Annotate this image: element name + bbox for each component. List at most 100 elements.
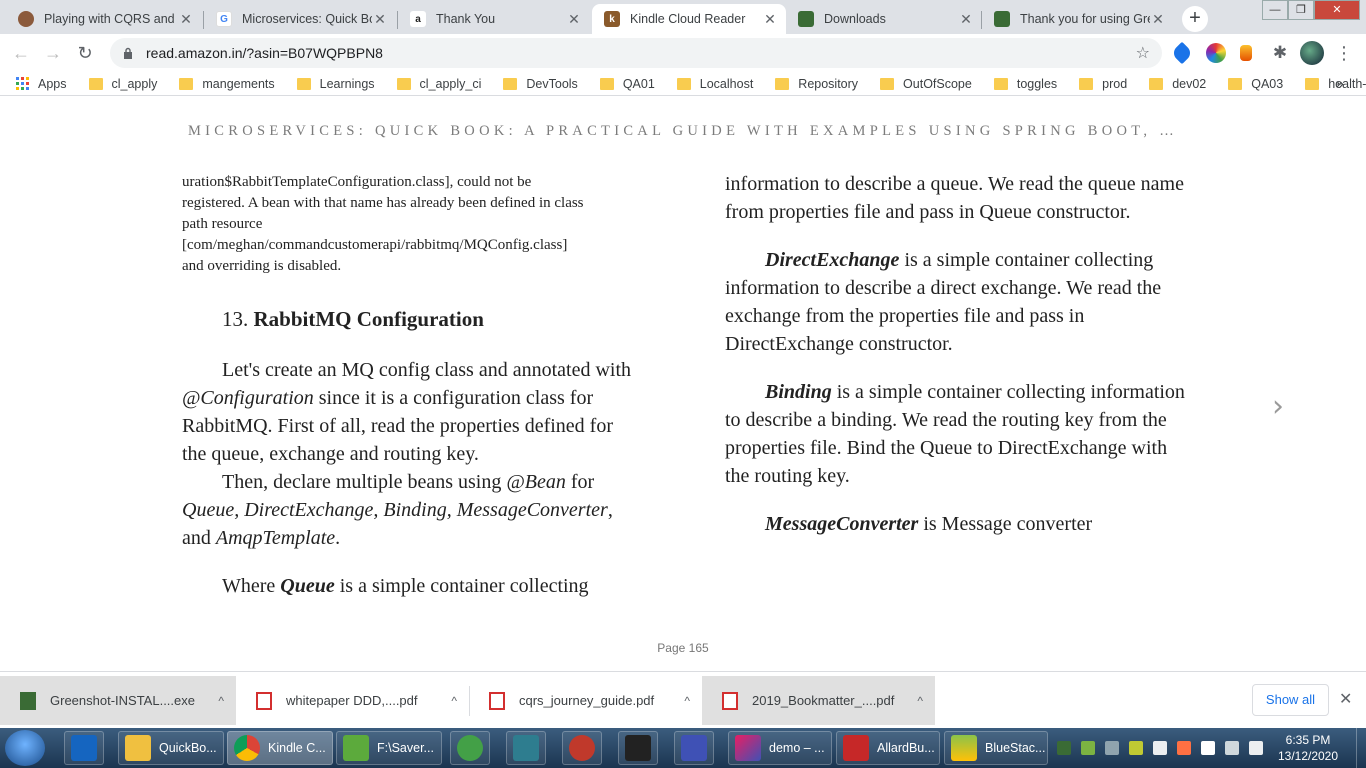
taskbar-app[interactable] — [450, 731, 490, 765]
taskbar-app[interactable]: BlueStac... — [944, 731, 1048, 765]
download-item[interactable]: cqrs_journey_guide.pdf ^ — [469, 676, 702, 725]
taskbar-app[interactable]: Kindle C... — [227, 731, 333, 765]
bookmark-folder[interactable]: cl_apply_ci — [396, 77, 481, 91]
reload-icon[interactable]: ↻ — [72, 40, 98, 66]
folder-icon — [88, 77, 103, 90]
folder-icon — [1228, 77, 1243, 90]
close-icon[interactable]: ✕ — [566, 11, 582, 27]
task-label: BlueStac... — [985, 741, 1046, 755]
shield-icon[interactable] — [1105, 741, 1119, 755]
bookmark-folder[interactable]: QA01 — [599, 77, 655, 91]
download-item[interactable]: Greenshot-INSTAL....exe ^ — [0, 676, 236, 725]
tab-cqrs[interactable]: Playing with CQRS and E ✕ — [6, 4, 202, 34]
text-run: . — [335, 527, 341, 549]
profile-avatar[interactable] — [1300, 41, 1324, 65]
close-icon[interactable]: ✕ — [762, 11, 778, 27]
bookmark-star-icon[interactable]: ☆ — [1136, 43, 1150, 63]
taskbar-app[interactable] — [674, 731, 714, 765]
chevron-up-icon[interactable]: ^ — [218, 694, 224, 708]
address-bar[interactable]: read.amazon.in/?asin=B07WQPBPN8 ☆ — [110, 38, 1162, 68]
bookmark-folder[interactable]: Learnings — [296, 77, 375, 91]
maximize-button[interactable]: ❐ — [1288, 0, 1314, 20]
extension-icon[interactable] — [1240, 45, 1252, 61]
puzzle-extensions-icon[interactable]: ✱ — [1270, 43, 1290, 63]
bookmark-folder[interactable]: cl_apply — [88, 77, 157, 91]
taskbar-app[interactable] — [506, 731, 546, 765]
window-close-button[interactable]: ✕ — [1314, 0, 1360, 20]
text-run: @Bean — [506, 471, 566, 493]
chevron-up-icon[interactable]: ^ — [917, 694, 923, 708]
back-arrow-icon[interactable]: ← — [8, 40, 34, 66]
tray-app-icon[interactable] — [1129, 741, 1143, 755]
taskbar-app[interactable]: demo – ... — [728, 731, 832, 765]
close-icon[interactable]: ✕ — [1150, 11, 1166, 27]
bookmarks-overflow-icon[interactable]: » — [1336, 75, 1344, 91]
bookmarks-bar: Apps cl_apply mangements Learnings cl_ap… — [0, 72, 1366, 96]
tab-title: Microservices: Quick Boo — [242, 12, 372, 26]
taskbar-app[interactable] — [562, 731, 602, 765]
taskbar-app[interactable]: QuickBo... — [118, 731, 224, 765]
new-tab-button[interactable]: + — [1182, 6, 1208, 32]
bookmark-apps[interactable]: Apps — [16, 77, 67, 91]
bookmark-folder[interactable]: Repository — [775, 77, 858, 91]
download-item[interactable]: whitepaper DDD,....pdf ^ — [236, 676, 469, 725]
folder-icon — [1149, 77, 1164, 90]
tab-microservices[interactable]: G Microservices: Quick Boo ✕ — [204, 4, 396, 34]
close-downloads-icon[interactable]: ✕ — [1339, 689, 1352, 709]
color-picker-extension-icon[interactable] — [1206, 43, 1226, 63]
menu-dots-icon[interactable]: ⋮ — [1334, 43, 1354, 63]
tray-app-icon[interactable] — [1177, 741, 1191, 755]
browser-toolbar: ← → ↻ read.amazon.in/?asin=B07WQPBPN8 ☆ … — [0, 34, 1366, 72]
paragraph: Where Queue is a simple container collec… — [182, 572, 634, 600]
tab-strip: Playing with CQRS and E ✕ G Microservice… — [0, 0, 1366, 34]
network-icon[interactable] — [1225, 741, 1239, 755]
tab-downloads[interactable]: Downloads ✕ — [786, 4, 982, 34]
tab-kindle-cloud-reader[interactable]: k Kindle Cloud Reader ✕ — [592, 4, 786, 34]
show-desktop-button[interactable] — [1356, 728, 1366, 768]
url-text: read.amazon.in/?asin=B07WQPBPN8 — [146, 45, 383, 61]
forward-arrow-icon[interactable]: → — [40, 40, 66, 66]
bookmark-folder[interactable]: dev02 — [1149, 77, 1206, 91]
heading-number: 13. — [222, 307, 249, 331]
close-icon[interactable]: ✕ — [372, 11, 388, 27]
close-icon[interactable]: ✕ — [958, 11, 974, 27]
chevron-up-icon[interactable]: ^ — [684, 694, 690, 708]
flag-icon[interactable] — [1201, 741, 1215, 755]
bookmark-folder[interactable]: DevTools — [503, 77, 578, 91]
taskbar-app[interactable]: AllardBu... — [836, 731, 940, 765]
pdf-file-icon — [722, 691, 738, 710]
notepad-icon — [343, 735, 369, 761]
tab-thank-you[interactable]: a Thank You ✕ — [398, 4, 590, 34]
pdf-file-icon — [256, 691, 272, 710]
show-all-button[interactable]: Show all — [1252, 684, 1329, 716]
bookmark-folder[interactable]: prod — [1079, 77, 1127, 91]
text-run: is a simple container collecting — [334, 575, 589, 597]
close-icon[interactable]: ✕ — [178, 11, 194, 27]
minimize-button[interactable]: — — [1262, 0, 1288, 20]
tray-app-icon[interactable] — [1081, 741, 1095, 755]
app-icon — [681, 735, 707, 761]
taskbar-app[interactable] — [64, 731, 104, 765]
tab-thank-you-greenshot[interactable]: Thank you for using Gre ✕ — [982, 4, 1174, 34]
bookmark-folder[interactable]: mangements — [179, 77, 275, 91]
greenshot-tray-icon[interactable] — [1057, 741, 1071, 755]
bookmark-folder[interactable]: QA03 — [1228, 77, 1283, 91]
clock-date: 13/12/2020 — [1277, 749, 1339, 763]
taskbar-app[interactable] — [618, 731, 658, 765]
bookmark-folder[interactable]: toggles — [993, 77, 1057, 91]
system-clock[interactable]: 6:35 PM 13/12/2020 — [1268, 732, 1348, 764]
pen-extension-icon[interactable] — [1170, 41, 1194, 65]
page-number: Page 165 — [657, 641, 709, 655]
keyboard-icon[interactable] — [1153, 741, 1167, 755]
bookmark-folder[interactable]: Localhost — [676, 77, 753, 91]
volume-icon[interactable] — [1249, 741, 1263, 755]
taskbar-app[interactable]: F:\Saver... — [336, 731, 442, 765]
next-page-chevron-icon[interactable]: › — [1272, 389, 1284, 424]
bookmark-folder[interactable]: OutOfScope — [880, 77, 972, 91]
start-button[interactable] — [5, 730, 45, 766]
snipping-tool-icon — [569, 735, 595, 761]
chevron-up-icon[interactable]: ^ — [451, 694, 457, 708]
download-item[interactable]: 2019_Bookmatter_....pdf ^ — [702, 676, 935, 725]
folder-icon — [179, 77, 194, 90]
bookmark-label: prod — [1102, 76, 1128, 91]
